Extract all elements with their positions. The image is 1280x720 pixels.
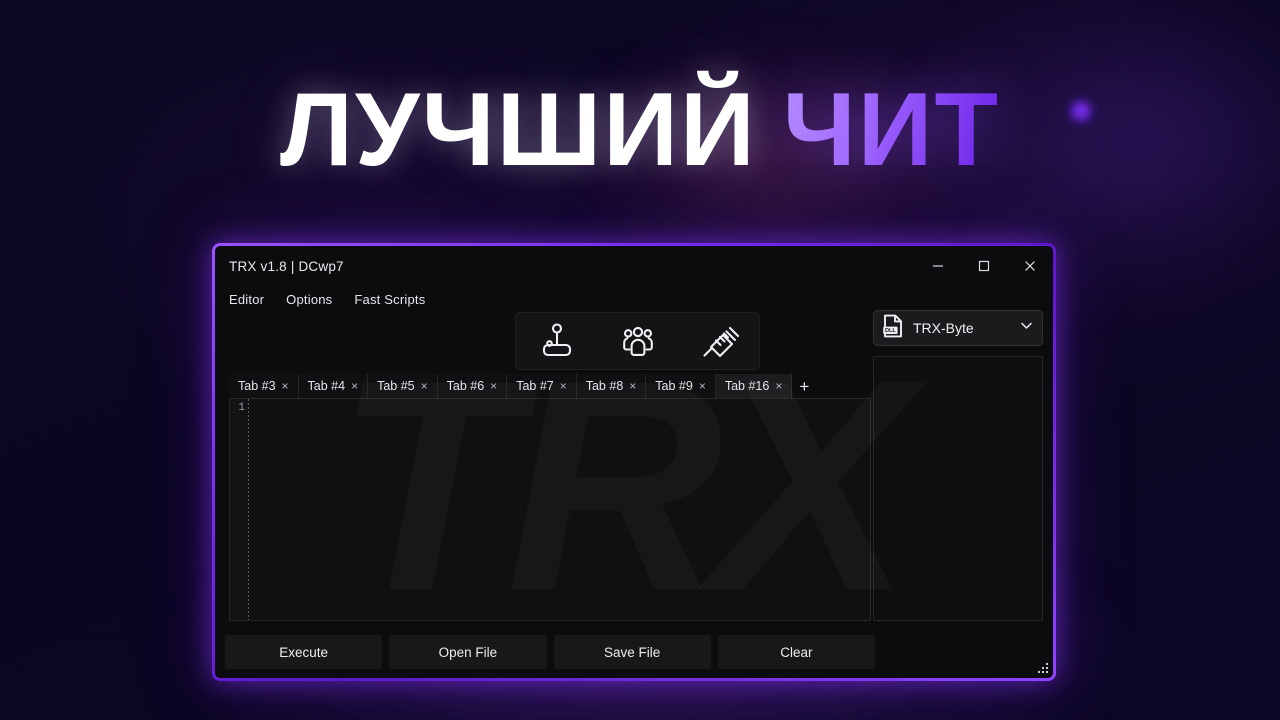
execute-button[interactable]: Execute [225,635,383,669]
joystick-button[interactable] [527,316,587,366]
tab-item[interactable]: Tab #5 × [368,374,438,398]
tab-label: Tab #16 [724,379,770,393]
inject-button[interactable] [689,316,749,366]
menu-item-options[interactable]: Options [286,292,332,307]
dll-file-icon: DLL [882,314,904,343]
users-group-button[interactable] [608,316,668,366]
dll-selected-value: TRX-Byte [913,320,974,336]
tab-label: Tab #3 [238,379,276,393]
tab-item[interactable]: Tab #9 × [646,374,716,398]
action-button-bar: Execute Open File Save File Clear [225,635,875,669]
svg-text:DLL: DLL [885,328,896,334]
add-tab-button[interactable]: + [792,374,816,398]
maximize-button[interactable] [961,246,1007,286]
clear-button[interactable]: Clear [717,635,875,669]
window-title: TRX v1.8 | DCwp7 [229,258,344,274]
minimize-button[interactable] [915,246,961,286]
tab-bar: Tab #3 × Tab #4 × Tab #5 × Tab #6 × Tab … [229,374,871,398]
save-file-button[interactable]: Save File [553,635,711,669]
chevron-down-icon[interactable] [1019,318,1034,338]
script-editor[interactable]: 1 [229,398,871,621]
tab-label: Tab #6 [446,379,485,393]
tab-item[interactable]: Tab #3 × [229,374,299,398]
output-panel[interactable] [873,356,1043,621]
joystick-icon [537,321,577,361]
dll-selector[interactable]: DLL TRX-Byte [873,310,1043,346]
tab-item[interactable]: Tab #4 × [299,374,369,398]
trx-application-window: TRX TRX v1.8 | DCwp7 [212,243,1056,681]
tab-label: Tab #9 [655,379,693,393]
tab-label: Tab #4 [307,379,346,393]
menu-item-editor[interactable]: Editor [229,292,264,307]
headline: ЛУЧШИЙ ЧИТ [0,78,1280,182]
window-controls [915,246,1053,286]
screen: ЛУЧШИЙЧИТ TRX TRX v1.8 | DCwp7 [0,0,1280,720]
headline-word-accent: ЧИТ [782,72,1001,188]
tab-close-icon[interactable]: × [282,380,289,392]
tab-close-icon[interactable]: × [490,380,497,392]
minimize-icon [931,259,945,273]
tab-close-icon[interactable]: × [421,380,428,392]
tab-item[interactable]: Tab #6 × [438,374,508,398]
tab-item[interactable]: Tab #8 × [577,374,647,398]
tab-label: Tab #5 [377,379,415,393]
editor-code-area[interactable] [249,399,870,620]
window-titlebar[interactable]: TRX v1.8 | DCwp7 [215,246,1053,286]
tab-item-active[interactable]: Tab #16 × [715,374,793,398]
tab-close-icon[interactable]: × [351,380,358,392]
menu-bar: Editor Options Fast Scripts [215,286,1053,312]
editor-line-numbers: 1 [238,402,245,414]
resize-grip-icon[interactable] [1038,663,1050,675]
tab-close-icon[interactable]: × [560,380,567,392]
syringe-inject-icon [699,321,739,361]
tab-close-icon[interactable]: × [629,380,636,392]
menu-item-fast-scripts[interactable]: Fast Scripts [354,292,425,307]
maximize-icon [977,259,991,273]
close-button[interactable] [1007,246,1053,286]
open-file-button[interactable]: Open File [389,635,547,669]
icon-toolbar [515,312,760,370]
tab-close-icon[interactable]: × [775,380,782,392]
close-icon [1023,259,1037,273]
users-group-icon [618,321,658,361]
headline-word-primary: ЛУЧШИЙ [279,72,757,188]
tab-close-icon[interactable]: × [699,380,706,392]
tab-label: Tab #7 [516,379,554,393]
tab-label: Tab #8 [585,379,624,393]
window-body: TRX TRX v1.8 | DCwp7 [215,246,1053,678]
tab-item[interactable]: Tab #7 × [507,374,577,398]
